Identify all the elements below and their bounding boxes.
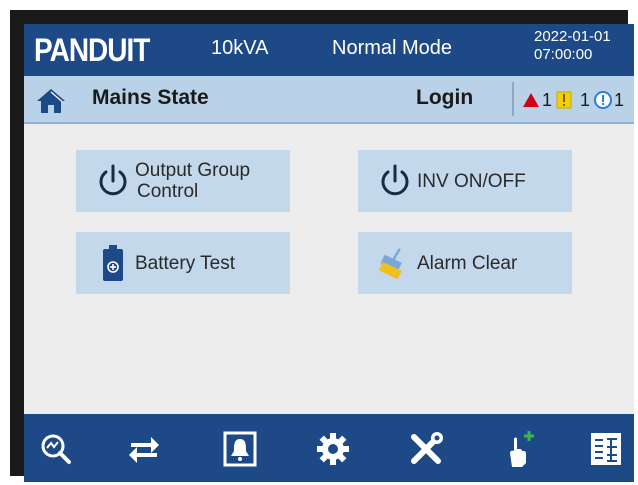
power-icon bbox=[377, 161, 413, 201]
output-group-control-line2: Control bbox=[137, 181, 199, 202]
alarm-clear-button[interactable]: Alarm Clear bbox=[358, 232, 572, 294]
datetime-display: 2022-01-01 07:00:00 bbox=[534, 28, 611, 64]
monitor-search-icon[interactable] bbox=[34, 428, 78, 470]
power-rating: 10kVA bbox=[211, 37, 269, 59]
operating-mode: Normal Mode bbox=[332, 37, 453, 59]
major-alarm-count: 1 bbox=[580, 89, 591, 110]
touch-add-icon[interactable] bbox=[498, 428, 542, 470]
info-alarm-icon bbox=[594, 91, 613, 109]
alarm-bell-icon[interactable] bbox=[218, 428, 262, 470]
header-bar: PANDUIT 10kVA Normal Mode 2022-01-01 07:… bbox=[24, 24, 634, 76]
date-text: 2022-01-01 bbox=[534, 28, 611, 45]
transfer-arrows-icon[interactable] bbox=[122, 428, 166, 470]
output-group-control-button[interactable]: Output Group Control bbox=[76, 150, 290, 212]
brand-logo: PANDUIT bbox=[34, 32, 150, 68]
status-bar: Mains State Login 1 1 1 bbox=[24, 76, 634, 124]
alarm-clear-label: Alarm Clear bbox=[417, 252, 518, 274]
critical-alarm-count: 1 bbox=[542, 89, 553, 110]
page-title: Mains State bbox=[92, 86, 209, 109]
divider bbox=[512, 82, 514, 116]
battery-icon bbox=[95, 243, 131, 283]
battery-test-button[interactable]: Battery Test bbox=[76, 232, 290, 294]
login-button[interactable]: Login bbox=[416, 86, 473, 110]
device-frame: PANDUIT 10kVA Normal Mode 2022-01-01 07:… bbox=[10, 10, 634, 482]
inv-on-off-label: INV ON/OFF bbox=[417, 170, 526, 192]
inv-on-off-button[interactable]: INV ON/OFF bbox=[358, 150, 572, 212]
major-alarm-icon bbox=[556, 91, 572, 109]
settings-gear-icon[interactable] bbox=[311, 428, 355, 470]
bottom-toolbar bbox=[24, 414, 634, 482]
critical-alarm-icon bbox=[523, 93, 539, 107]
home-icon[interactable] bbox=[36, 88, 66, 114]
output-group-control-line1: Output Group bbox=[135, 160, 251, 181]
alarm-summary[interactable]: 1 1 1 bbox=[522, 87, 628, 113]
power-icon bbox=[95, 161, 131, 201]
output-group-control-label: Output Group Control bbox=[135, 160, 289, 202]
maintenance-tools-icon[interactable] bbox=[404, 428, 448, 470]
battery-test-label: Battery Test bbox=[135, 252, 235, 274]
info-alarm-count: 1 bbox=[614, 89, 625, 110]
hmi-screen: PANDUIT 10kVA Normal Mode 2022-01-01 07:… bbox=[24, 24, 634, 482]
broom-icon bbox=[377, 243, 413, 283]
log-icon[interactable] bbox=[584, 428, 628, 470]
time-text: 07:00:00 bbox=[534, 46, 593, 63]
